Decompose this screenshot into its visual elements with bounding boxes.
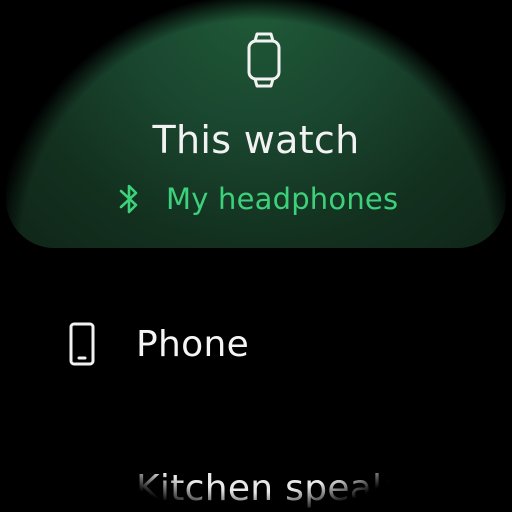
watch-icon	[247, 32, 281, 88]
list-item-kitchen-speaker[interactable]: Kitchen speaker	[0, 462, 512, 512]
list-item-label: Phone	[136, 323, 250, 365]
current-device-title: This watch	[152, 118, 360, 162]
bluetooth-device-label: My headphones	[166, 182, 399, 216]
bluetooth-icon	[119, 184, 138, 214]
list-item-phone[interactable]: Phone	[0, 314, 512, 374]
phone-icon	[69, 322, 95, 366]
list-item-label: Kitchen speaker	[136, 468, 430, 509]
bluetooth-output-row[interactable]: My headphones	[118, 178, 398, 220]
